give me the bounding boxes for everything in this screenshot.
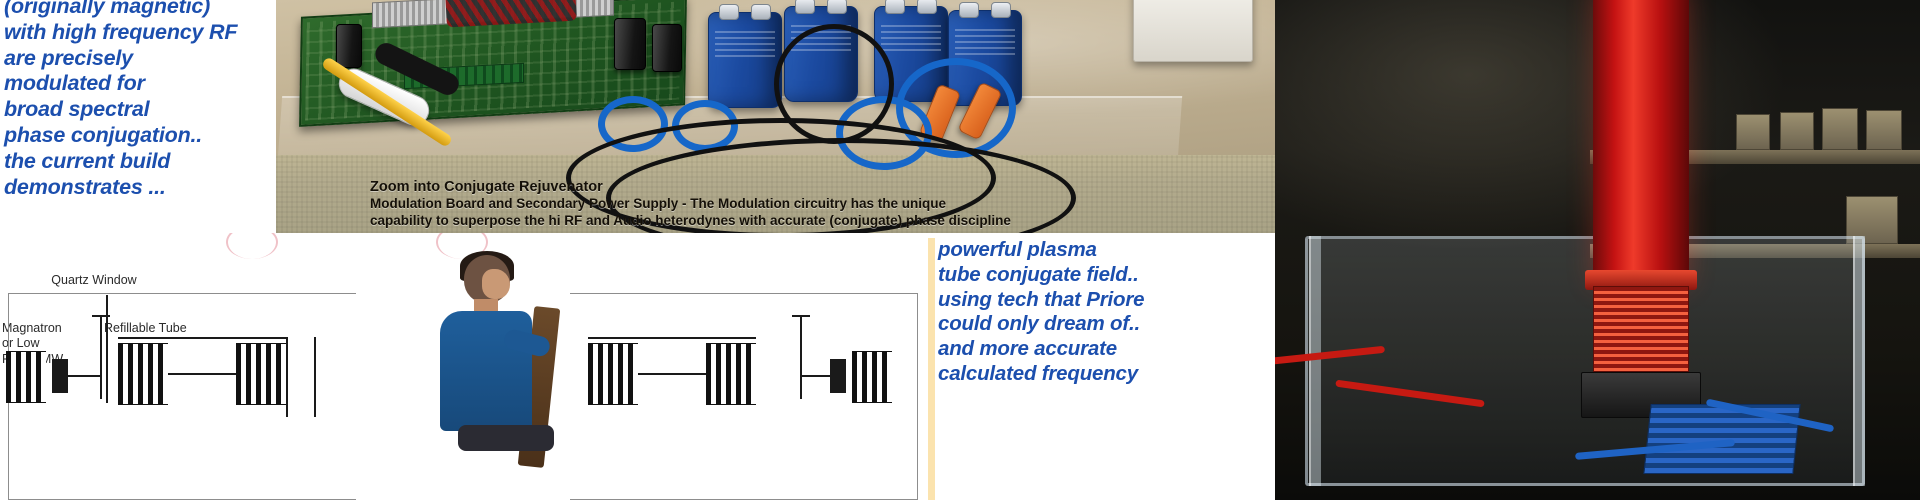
capacitor-terminal: [719, 4, 739, 20]
electrolytic-capacitor: [336, 24, 362, 68]
capacitor-terminal: [917, 0, 937, 14]
left-note-line-5: broad spectral: [4, 97, 150, 122]
composite-collage: (originally magnetic) with high frequenc…: [0, 0, 1920, 500]
right-note-line-5: and more accurate: [938, 337, 1117, 361]
black-cable-loop: [774, 24, 894, 144]
frame-post: [1309, 236, 1321, 486]
enclosure-outline-left: [8, 293, 356, 500]
right-note-line-3: using tech that Priore: [938, 287, 1145, 311]
magnetron-block: [830, 359, 846, 393]
legs: [458, 425, 554, 451]
caption-line-1: Zoom into Conjugate Rejuvenator: [370, 179, 603, 196]
decorative-arc: [226, 233, 278, 259]
hv-capacitor: [708, 4, 782, 108]
plasma-tube-schematic: Quartz Window Magnatron or Low Power MW …: [0, 233, 930, 500]
tube-top-rail: [118, 337, 286, 339]
right-note-line-2: tube conjugate field..: [938, 262, 1139, 286]
capacitor-terminal: [751, 4, 771, 20]
left-note-line-1: (originally magnetic): [4, 0, 211, 18]
tube-electrode-group: [588, 343, 638, 405]
capacitor-label: [955, 29, 1015, 55]
quartz-window-cap: [792, 315, 810, 317]
connector-wire: [68, 375, 100, 377]
right-note-line-4: could only dream of..: [938, 312, 1140, 336]
frame-post: [1853, 236, 1865, 486]
tube-top-rail: [588, 337, 756, 339]
magnetron-coil: [852, 351, 892, 403]
tube-electrode-group: [706, 343, 756, 405]
magnetron-block: [52, 359, 68, 393]
caption-line-3: capability to superpose the hi RF and Au…: [370, 213, 1011, 229]
left-note-line-8: demonstrates ...: [4, 174, 166, 199]
background-box: [1866, 110, 1902, 150]
background-box: [1780, 112, 1814, 150]
capacitor-terminal: [959, 2, 979, 18]
electrolytic-capacitor: [614, 18, 646, 70]
tube-electrode-group: [236, 343, 286, 405]
capacitor-label: [715, 31, 775, 57]
tube-mid-rail: [638, 373, 706, 375]
connector-wire: [800, 375, 830, 377]
tube-right-post: [286, 337, 288, 417]
background-box: [1736, 114, 1770, 150]
capacitor-terminal: [827, 0, 847, 14]
face: [482, 269, 510, 299]
quartz-window-post: [800, 315, 802, 399]
torso: [440, 311, 532, 431]
tube-electrode-group: [118, 343, 168, 405]
tube-mid-rail: [168, 373, 236, 375]
caption-line-2: Modulation Board and Secondary Power Sup…: [370, 196, 947, 212]
capacitor-terminal: [991, 2, 1011, 18]
secondary-coil-windings: [1593, 286, 1689, 372]
capacitor-terminal: [885, 0, 905, 14]
modulation-board-photo: Zoom into Conjugate Rejuvenator Modulati…: [276, 0, 1275, 233]
left-note-line-6: phase conjugation..: [4, 122, 203, 147]
left-note-line-4: modulated for: [4, 71, 145, 96]
secondary-coil-body: [1593, 0, 1689, 286]
quartz-window-cap: [92, 315, 110, 317]
capacitor-label: [881, 25, 941, 51]
power-brick: [1133, 0, 1253, 62]
label-quartz-window: Quartz Window: [51, 273, 137, 287]
left-annotation-text: (originally magnetic) with high frequenc…: [4, 0, 276, 200]
left-note-line-3: are precisely: [4, 45, 133, 70]
capacitor-terminal: [795, 0, 815, 14]
background-box: [1822, 108, 1858, 150]
right-annotation-text: powerful plasma tube conjugate field.. u…: [938, 238, 1188, 387]
right-note-line-1: powerful plasma: [938, 238, 1097, 261]
left-note-line-2: with high frequency RF: [4, 19, 238, 44]
tesla-coil-photo: [1275, 0, 1920, 500]
right-note-line-6: calculated frequency: [938, 361, 1138, 385]
electrolytic-capacitor: [652, 24, 682, 72]
left-note-line-7: the current build: [4, 148, 171, 173]
tube-right-post: [314, 337, 316, 417]
quartz-window-post: [100, 315, 102, 399]
operator-figure: [430, 251, 561, 500]
magnetron-coil: [6, 351, 46, 403]
right-accent-rule: [928, 238, 935, 500]
board-photo-caption: Zoom into Conjugate Rejuvenator Modulati…: [276, 176, 1275, 233]
